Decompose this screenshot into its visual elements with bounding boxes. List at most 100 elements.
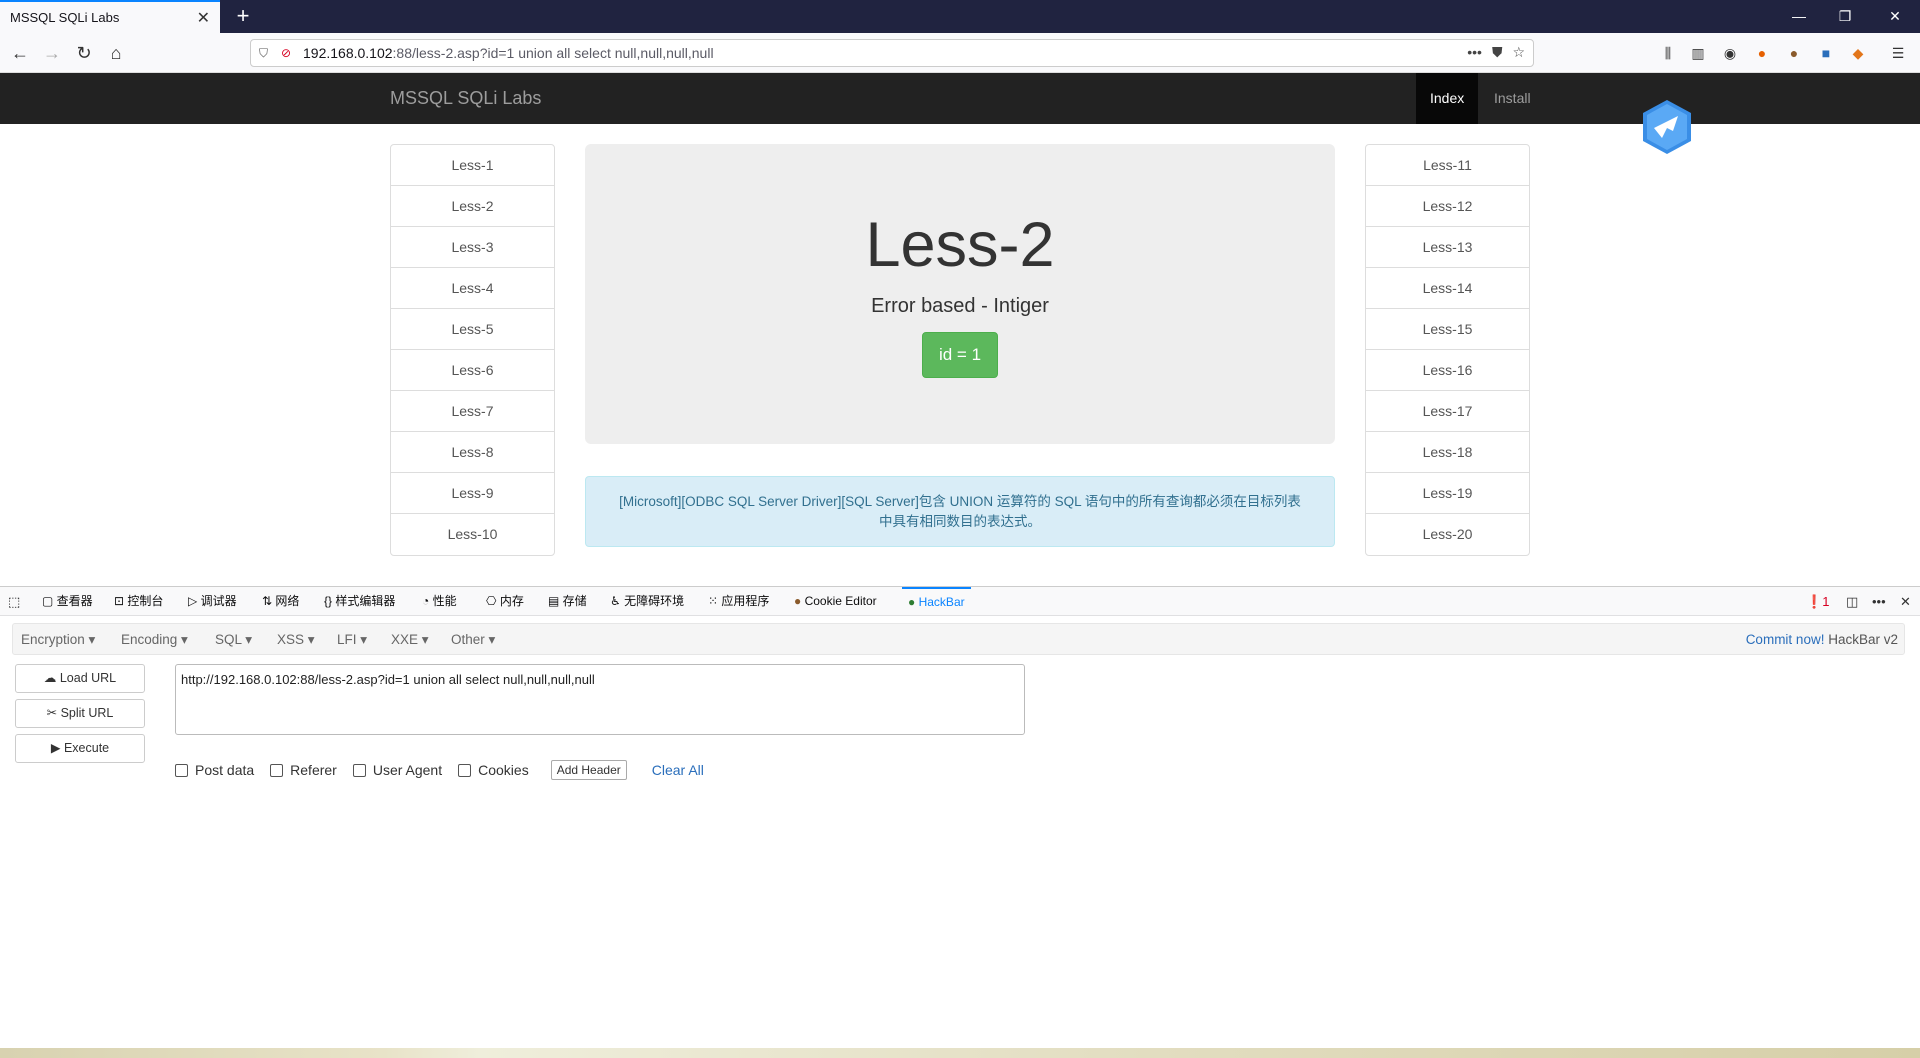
hackbar-icon: ● — [908, 595, 916, 609]
post-data-option[interactable]: Post data — [175, 762, 254, 778]
devtools-panel: ⬚ ▢ 查看器 ⊡ 控制台 ▷ 调试器 ⇅ 网络 {} 样式编辑器 ◔ 性能 ⎔… — [0, 586, 1920, 1058]
tab-style-editor[interactable]: {} 样式编辑器 — [324, 587, 395, 616]
list-item[interactable]: Less-18 — [1366, 432, 1529, 473]
referer-option[interactable]: Referer — [270, 762, 337, 778]
bird-extension-icon[interactable] — [1640, 98, 1694, 156]
split-url-button[interactable]: ✂ Split URL — [15, 699, 145, 728]
execute-button[interactable]: ▶ Execute — [15, 734, 145, 763]
address-bar[interactable]: ⛉ ⊘ 192.168.0.102 :88/less-2.asp?id=1 un… — [250, 39, 1534, 67]
tab-console[interactable]: ⊡ 控制台 — [114, 587, 163, 616]
tab-debugger[interactable]: ▷ 调试器 — [188, 587, 237, 616]
list-item[interactable]: Less-4 — [391, 268, 554, 309]
menu-encoding[interactable]: Encoding ▾ — [121, 632, 188, 648]
shield-icon[interactable]: ⛉ — [259, 46, 281, 61]
add-header-button[interactable]: Add Header — [550, 760, 627, 780]
menu-encryption[interactable]: Encryption ▾ — [21, 632, 95, 648]
list-item[interactable]: Less-12 — [1366, 186, 1529, 227]
sidebar-icon[interactable]: ▥ — [1688, 43, 1708, 63]
menu-label: Other — [451, 632, 485, 647]
tab-close-icon[interactable]: ✕ — [197, 8, 210, 28]
hackbar-url-input[interactable]: http://192.168.0.102:88/less-2.asp?id=1 … — [175, 664, 1025, 735]
list-item[interactable]: Less-9 — [391, 473, 554, 514]
page-subtitle: Error based - Intiger — [871, 295, 1049, 317]
list-item[interactable]: Less-3 — [391, 227, 554, 268]
cookie-icon[interactable]: ● — [1784, 43, 1804, 63]
menu-icon[interactable]: ☰ — [1888, 43, 1908, 63]
new-tab-button[interactable]: + — [230, 4, 256, 30]
id-button[interactable]: id = 1 — [921, 332, 999, 378]
user-agent-checkbox[interactable] — [352, 763, 366, 777]
list-item[interactable]: Less-1 — [391, 145, 554, 186]
cookies-checkbox[interactable] — [458, 763, 472, 777]
post-data-checkbox[interactable] — [175, 763, 188, 777]
more-icon[interactable]: ••• — [1872, 587, 1886, 616]
insecure-lock-icon[interactable]: ⊘ — [281, 46, 303, 60]
tab-storage[interactable]: ▤ 存储 — [548, 587, 587, 616]
bookmark-star-icon[interactable]: ☆ — [1512, 44, 1525, 61]
list-item[interactable]: Less-14 — [1366, 268, 1529, 309]
list-item[interactable]: Less-7 — [391, 391, 554, 432]
list-item[interactable]: Less-10 — [391, 514, 554, 555]
tab-inspector[interactable]: ▢ 查看器 — [42, 587, 93, 616]
reload-icon[interactable]: ↻ — [70, 39, 98, 67]
tab-application[interactable]: ⁙ 应用程序 — [708, 587, 769, 616]
referer-checkbox[interactable] — [270, 763, 284, 777]
menu-other[interactable]: Other ▾ — [451, 632, 495, 648]
devtools-close-icon[interactable]: ✕ — [1900, 587, 1911, 616]
menu-label: Encryption — [21, 632, 85, 647]
fox-extension-icon[interactable]: ◆ — [1848, 43, 1868, 63]
menu-xss[interactable]: XSS ▾ — [277, 632, 315, 648]
cookies-option[interactable]: Cookies — [458, 762, 529, 778]
right-lesson-list: Less-11 Less-12 Less-13 Less-14 Less-15 … — [1365, 144, 1530, 556]
menu-xxe[interactable]: XXE ▾ — [391, 632, 429, 648]
list-item[interactable]: Less-13 — [1366, 227, 1529, 268]
tab-network[interactable]: ⇅ 网络 — [262, 587, 299, 616]
back-icon[interactable]: ← — [6, 39, 34, 67]
list-item[interactable]: Less-17 — [1366, 391, 1529, 432]
tab-label: 存储 — [562, 594, 587, 608]
extension-icon[interactable]: ● — [1752, 43, 1772, 63]
error-badge[interactable]: ❗1 — [1806, 587, 1829, 616]
window-close-button[interactable]: ✕ — [1872, 0, 1918, 33]
taskbar-strip — [0, 1048, 1920, 1058]
list-item[interactable]: Less-15 — [1366, 309, 1529, 350]
minimize-button[interactable]: — — [1776, 0, 1822, 33]
hackbar-options: Post data Referer User Agent Cookies Add… — [175, 759, 704, 781]
list-item[interactable]: Less-8 — [391, 432, 554, 473]
url-path: :88/less-2.asp?id=1 union all select nul… — [392, 45, 714, 61]
page-actions-icon[interactable]: ••• — [1467, 44, 1482, 61]
clear-all-link[interactable]: Clear All — [652, 762, 704, 778]
account-icon[interactable]: ◉ — [1720, 43, 1740, 63]
tab-performance[interactable]: ◔ 性能 — [422, 587, 457, 616]
dock-icon[interactable]: ◫ — [1846, 587, 1858, 616]
tab-memory[interactable]: ⎔ 内存 — [486, 587, 524, 616]
element-picker-icon[interactable]: ⬚ — [8, 587, 20, 616]
browser-tab[interactable]: MSSQL SQLi Labs ✕ — [0, 0, 220, 33]
menu-lfi[interactable]: LFI ▾ — [337, 632, 367, 648]
pocket-icon[interactable]: ⛊ — [1492, 44, 1503, 61]
tab-cookie-editor[interactable]: ● Cookie Editor — [794, 587, 877, 616]
list-item[interactable]: Less-6 — [391, 350, 554, 391]
restore-button[interactable]: ❐ — [1822, 0, 1868, 33]
forward-icon[interactable]: → — [38, 39, 66, 67]
list-item[interactable]: Less-11 — [1366, 145, 1529, 186]
tab-label: 调试器 — [200, 594, 237, 608]
site-brand[interactable]: MSSQL SQLi Labs — [390, 88, 541, 109]
list-item[interactable]: Less-20 — [1366, 514, 1529, 555]
library-icon[interactable]: ⫼ — [1658, 43, 1678, 63]
menu-sql[interactable]: SQL ▾ — [215, 632, 252, 648]
list-item[interactable]: Less-19 — [1366, 473, 1529, 514]
commit-link[interactable]: Commit now! HackBar v2 — [1746, 632, 1898, 647]
home-icon[interactable]: ⌂ — [102, 39, 130, 67]
button-label: Execute — [63, 741, 110, 755]
list-item[interactable]: Less-2 — [391, 186, 554, 227]
list-item[interactable]: Less-16 — [1366, 350, 1529, 391]
user-agent-option[interactable]: User Agent — [352, 762, 442, 778]
nav-index[interactable]: Index — [1416, 73, 1479, 124]
tab-hackbar[interactable]: ● HackBar — [902, 587, 971, 616]
tab-accessibility[interactable]: ♿ 无障碍环境 — [610, 587, 684, 616]
list-item[interactable]: Less-5 — [391, 309, 554, 350]
translate-icon[interactable]: ■ — [1816, 43, 1836, 63]
nav-install[interactable]: Install — [1480, 73, 1545, 124]
load-url-button[interactable]: ☁ Load URL — [15, 664, 145, 693]
